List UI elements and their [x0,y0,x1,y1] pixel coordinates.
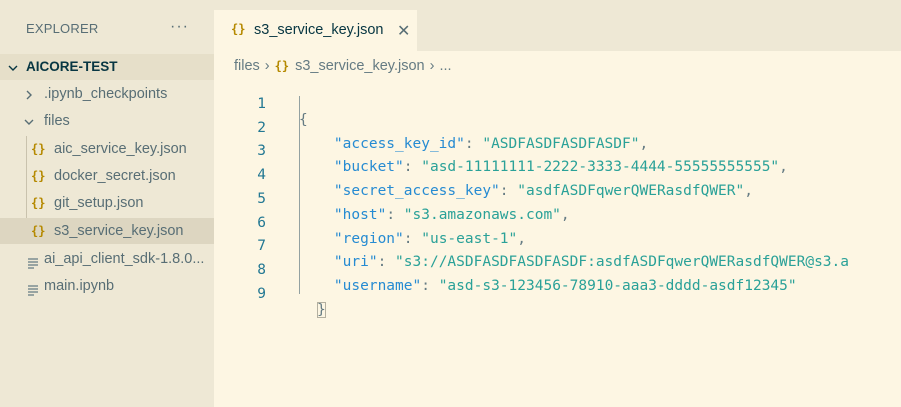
file-label: ai_api_client_sdk-1.8.0... [44,251,205,267]
explorer-sidebar: EXPLORER ··· AICORE-TEST .ipynb_checkpoi… [0,0,214,407]
folder-label: .ipynb_checkpoints [44,86,168,102]
code-line: 6 "region": "us-east-1", [214,199,901,247]
file-ai-api-client-sdk[interactable]: ai_api_client_sdk-1.8.0... [0,246,214,272]
chevron-right-icon: › [264,58,270,74]
file-icon [28,253,38,269]
vscode-window: EXPLORER ··· AICORE-TEST .ipynb_checkpoi… [0,0,901,407]
breadcrumb-more[interactable]: ... [439,55,451,77]
folder-files[interactable]: files [0,108,214,134]
breadcrumb-file[interactable]: s3_service_key.json [295,55,425,77]
file-label: s3_service_key.json [54,223,184,239]
tab-label: s3_service_key.json [254,22,384,38]
chevron-down-icon [22,108,36,134]
file-label: aic_service_key.json [54,141,187,157]
close-icon[interactable]: ✕ [397,21,410,41]
json-file-icon: {} [274,59,290,73]
tab-s3-service-key[interactable]: {} s3_service_key.json ✕ [214,10,417,51]
workspace-root-label: AICORE-TEST [26,59,118,74]
close-brace: } [317,301,326,318]
chevron-down-icon [6,54,20,80]
tab-bar: {} s3_service_key.json ✕ [214,0,901,51]
chevron-right-icon: › [429,58,435,74]
code-line: 4 "secret_access_key": "asdfASDFqwerQWER… [214,151,901,199]
file-icon [28,280,38,296]
code-editor[interactable]: 1 { 2 "access_key_id": "ASDFASDFASDFASDF… [214,80,901,407]
code-line: 1 { [214,80,901,128]
line-content: } [299,301,326,318]
folder-ipynb-checkpoints[interactable]: .ipynb_checkpoints [0,81,214,107]
file-git-setup[interactable]: {} git_setup.json [0,190,214,216]
json-file-icon: {} [31,142,46,156]
file-label: main.ipynb [44,278,115,294]
code-line: 2 "access_key_id": "ASDFASDFASDFASDF", [214,104,901,152]
chevron-right-icon [22,81,36,107]
line-number: 9 [257,285,266,302]
code-line: 8 "username": "asd-s3-123456-78910-aaa3-… [214,246,901,294]
json-file-icon: {} [31,224,46,238]
breadcrumb: files ›{} s3_service_key.json ›... [234,55,452,77]
code-line: 9 } [214,270,901,318]
file-aic-service-key[interactable]: {} aic_service_key.json [0,136,214,162]
folder-label: files [44,113,70,129]
json-file-icon: {} [31,196,46,210]
code-line: 3 "bucket": "asd-11111111-2222-3333-4444… [214,127,901,175]
file-docker-secret[interactable]: {} docker_secret.json [0,163,214,189]
json-file-icon: {} [231,22,246,36]
file-label: git_setup.json [54,195,144,211]
workspace-root[interactable]: AICORE-TEST [0,54,214,80]
code-line: 7 "uri": "s3://ASDFASDFASDFASDF:asdfASDF… [214,222,901,270]
code-indent-guide [299,96,300,294]
explorer-title: EXPLORER [26,21,99,36]
file-s3-service-key[interactable]: {} s3_service_key.json [0,218,214,244]
more-actions-icon[interactable]: ··· [170,18,189,36]
breadcrumb-folder[interactable]: files [234,55,260,77]
file-main-ipynb[interactable]: main.ipynb [0,273,214,299]
code-line: 5 "host": "s3.amazonaws.com", [214,175,901,223]
file-label: docker_secret.json [54,168,176,184]
json-file-icon: {} [31,169,46,183]
